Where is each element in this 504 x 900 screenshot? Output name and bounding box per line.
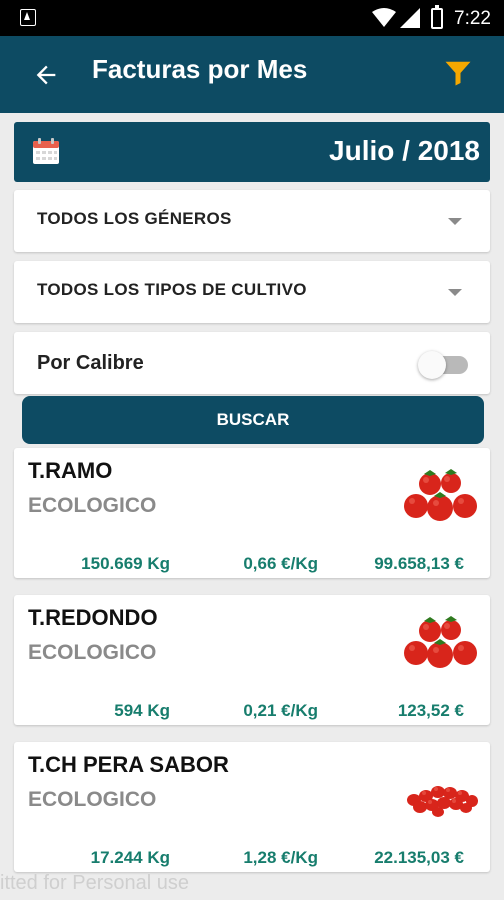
status-bar: 7:22	[0, 0, 504, 36]
cherry-tomato-image	[407, 786, 478, 817]
product-name: T.REDONDO	[28, 605, 158, 630]
product-card[interactable]: T.RAMO ECOLOGICO 150.669 Kg 0,66 €/Kg 99…	[14, 448, 490, 578]
app-bar: Facturas por Mes	[0, 36, 504, 113]
selected-month-label: Julio / 2018	[329, 135, 480, 166]
app-notification-icon	[20, 9, 36, 26]
dropdown-arrow-icon	[448, 218, 462, 225]
product-total: 22.135,03 €	[374, 848, 464, 867]
calibre-toggle-thumb[interactable]	[418, 351, 446, 379]
status-time: 7:22	[454, 8, 491, 29]
genero-select[interactable]: TODOS LOS GÉNEROS	[14, 190, 490, 252]
product-card[interactable]: T.CH PERA SABOR ECOLOGICO 17.244 Kg 1,28…	[14, 742, 490, 872]
tomato-cluster-image	[404, 469, 477, 521]
product-quantity: 594 Kg	[114, 701, 170, 720]
dropdown-arrow-icon	[448, 289, 462, 296]
product-card[interactable]: T.REDONDO ECOLOGICO 594 Kg 0,21 €/Kg 123…	[14, 595, 490, 725]
watermark-text: itted for Personal use	[0, 872, 189, 894]
product-price: 0,21 €/Kg	[243, 701, 318, 720]
product-type: ECOLOGICO	[28, 641, 157, 664]
battery-icon	[431, 5, 443, 29]
calibre-toggle-row: Por Calibre	[14, 332, 490, 394]
page-title: Facturas por Mes	[92, 54, 308, 84]
search-button[interactable]: BUSCAR	[22, 396, 484, 444]
product-type: ECOLOGICO	[28, 788, 157, 811]
wifi-icon	[372, 8, 396, 27]
arrow-back-icon[interactable]	[32, 61, 60, 89]
cultivo-select-value: TODOS LOS TIPOS DE CULTIVO	[37, 280, 307, 299]
product-total: 123,52 €	[397, 701, 464, 720]
month-selector[interactable]: Julio / 2018	[14, 122, 490, 182]
product-quantity: 17.244 Kg	[90, 848, 170, 867]
calendar-icon	[33, 138, 59, 164]
product-type: ECOLOGICO	[28, 494, 157, 517]
product-name: T.RAMO	[28, 458, 113, 483]
calibre-toggle-label: Por Calibre	[37, 352, 144, 374]
product-total: 99.658,13 €	[374, 554, 464, 573]
signal-icon	[400, 8, 420, 28]
filter-funnel-icon[interactable]	[443, 58, 473, 88]
cultivo-select[interactable]: TODOS LOS TIPOS DE CULTIVO	[14, 261, 490, 323]
product-price: 0,66 €/Kg	[243, 554, 318, 573]
genero-select-value: TODOS LOS GÉNEROS	[37, 209, 232, 228]
product-price: 1,28 €/Kg	[243, 848, 318, 867]
tomato-cluster-image	[404, 616, 477, 668]
product-quantity: 150.669 Kg	[81, 554, 170, 573]
product-name: T.CH PERA SABOR	[28, 752, 229, 777]
